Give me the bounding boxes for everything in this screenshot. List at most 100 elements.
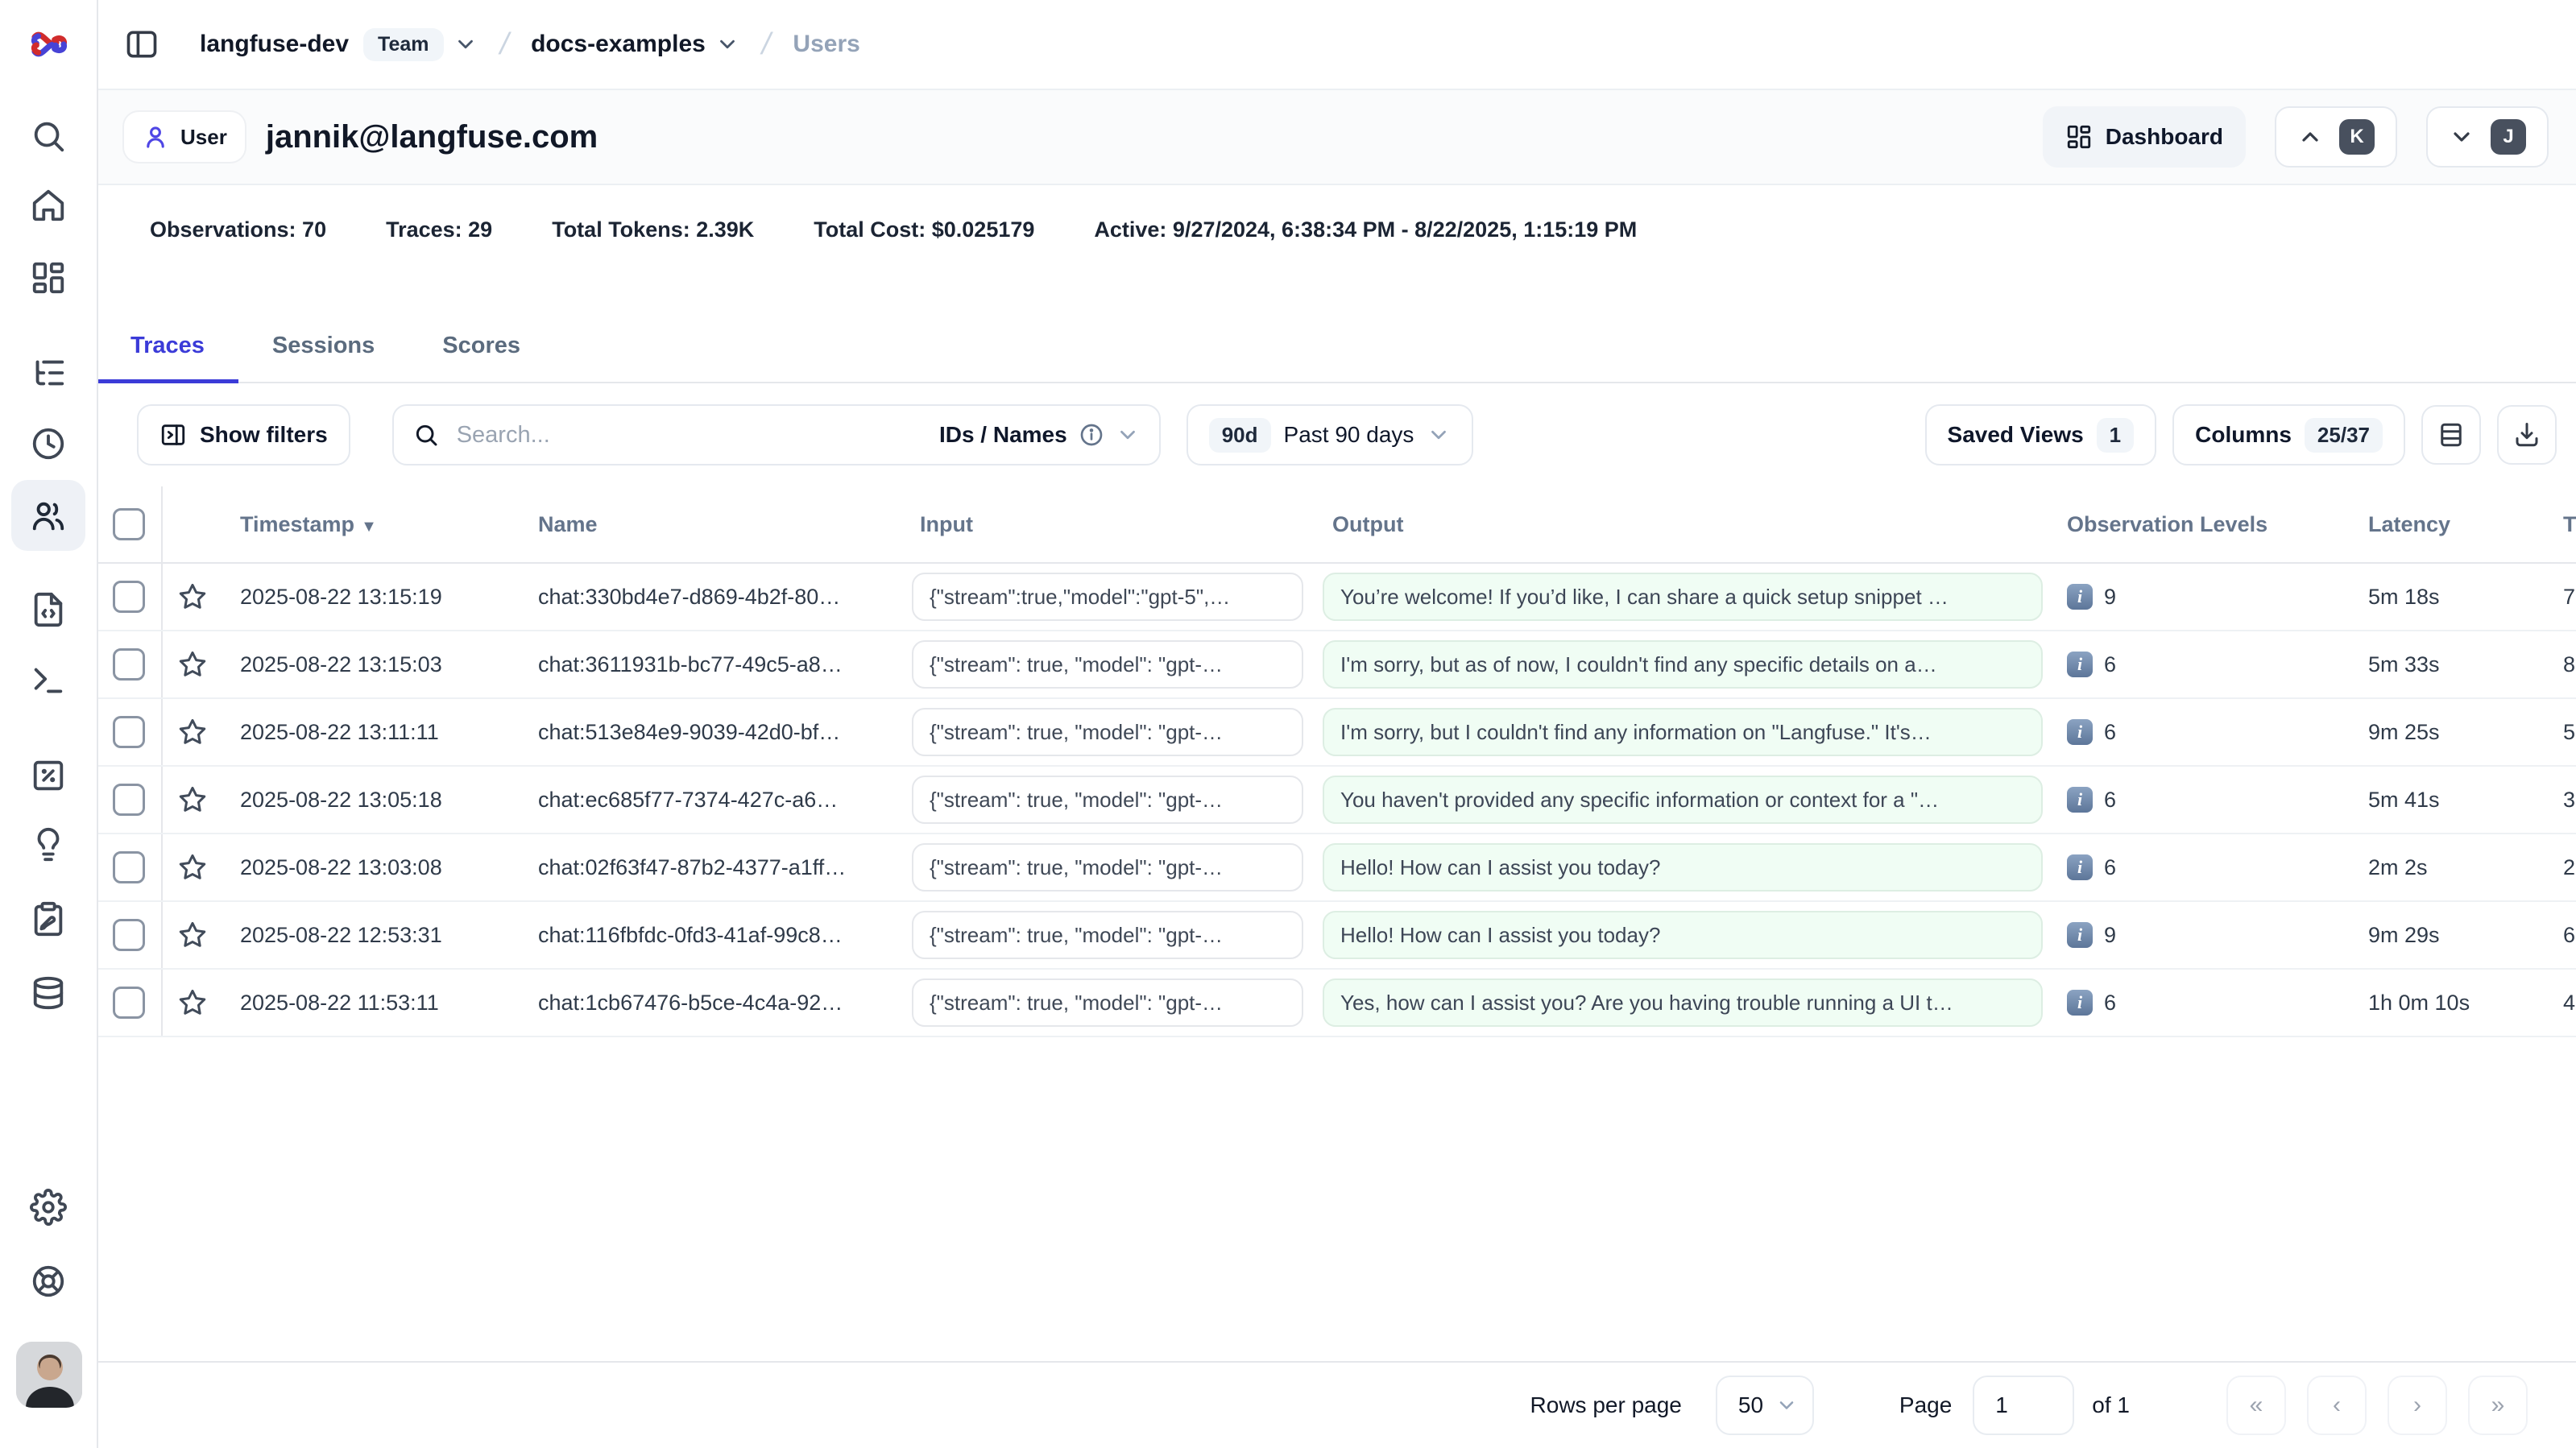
table-row[interactable]: 2025-08-22 12:53:31 chat:116fbfdc-0fd3-4… [97,902,2576,970]
last-page-button[interactable]: » [2468,1376,2528,1435]
row-checkbox[interactable] [113,784,145,816]
table-row[interactable]: 2025-08-22 11:53:11 chat:1cb67476-b5ce-4… [97,970,2576,1037]
sidebar-support-icon[interactable] [30,1263,67,1300]
cell-output[interactable]: Hello! How can I assist you today? [1313,843,2052,892]
sidebar-datasets-icon[interactable] [30,974,67,1012]
col-header-input[interactable]: Input [902,512,1313,537]
next-page-button[interactable]: › [2388,1376,2447,1435]
sidebar-search-icon[interactable] [30,118,67,155]
cell-input[interactable]: {"stream": true, "model": "gpt-… [902,776,1313,824]
tab-sessions[interactable]: Sessions [238,333,408,382]
sidebar-playground-icon[interactable] [30,662,67,699]
sidebar-insights-icon[interactable] [30,826,67,863]
breadcrumb-org[interactable]: langfuse-dev [200,31,349,58]
search-input[interactable] [453,420,939,450]
cell-name[interactable]: chat:ec685f77-7374-427c-a6… [514,788,902,813]
row-checkbox[interactable] [113,581,145,613]
rows-per-page-select[interactable]: 50 [1716,1376,1814,1435]
cell-name[interactable]: chat:1cb67476-b5ce-4c4a-92… [514,991,902,1016]
export-button[interactable] [2497,405,2557,465]
select-all-checkbox[interactable] [113,508,145,540]
col-header-name[interactable]: Name [514,512,902,537]
sidebar-users-icon[interactable] [30,498,67,535]
cell-timestamp[interactable]: 2025-08-22 12:53:31 [222,923,514,948]
bookmark-star-icon[interactable] [163,920,222,950]
col-header-tokens-clipped[interactable]: T [2553,512,2576,537]
search-scope-selector[interactable]: IDs / Names [939,422,1140,448]
breadcrumb-project[interactable]: docs-examples [531,31,706,58]
next-user-button[interactable]: J [2426,106,2549,168]
bookmark-star-icon[interactable] [163,581,222,612]
sidebar-evaluation-icon[interactable] [30,757,67,794]
table-row[interactable]: 2025-08-22 13:15:03 chat:3611931b-bc77-4… [97,631,2576,699]
show-filters-button[interactable]: Show filters [137,404,350,465]
cell-input[interactable]: {"stream":true,"model":"gpt-5",… [902,573,1313,621]
cell-input[interactable]: {"stream": true, "model": "gpt-… [902,911,1313,959]
first-page-button[interactable]: « [2226,1376,2286,1435]
cell-timestamp[interactable]: 2025-08-22 11:53:11 [222,991,514,1016]
cell-name[interactable]: chat:3611931b-bc77-49c5-a8… [514,652,902,677]
cell-name[interactable]: chat:513e84e9-9039-42d0-bf… [514,720,902,745]
col-header-observation-levels[interactable]: Observation Levels [2052,512,2357,537]
cell-timestamp[interactable]: 2025-08-22 13:05:18 [222,788,514,813]
cell-output[interactable]: You’re welcome! If you’d like, I can sha… [1313,573,2052,621]
cell-output[interactable]: You haven't provided any specific inform… [1313,776,2052,824]
bookmark-star-icon[interactable] [163,852,222,883]
saved-views-button[interactable]: Saved Views 1 [1925,404,2157,465]
cell-timestamp[interactable]: 2025-08-22 13:03:08 [222,855,514,880]
cell-input[interactable]: {"stream": true, "model": "gpt-… [902,843,1313,892]
tab-traces[interactable]: Traces [97,333,238,382]
langfuse-logo-icon[interactable] [27,23,71,66]
col-header-latency[interactable]: Latency [2357,512,2553,537]
col-header-timestamp[interactable]: Timestamp▼ [222,512,514,537]
cell-timestamp[interactable]: 2025-08-22 13:11:11 [222,720,514,745]
cell-timestamp[interactable]: 2025-08-22 13:15:03 [222,652,514,677]
sidebar-dashboards-icon[interactable] [30,259,67,296]
cell-output[interactable]: Hello! How can I assist you today? [1313,911,2052,959]
row-checkbox[interactable] [113,919,145,951]
cell-name[interactable]: chat:02f63f47-87b2-4377-a1ff… [514,855,902,880]
cell-name[interactable]: chat:330bd4e7-d869-4b2f-80… [514,585,902,610]
tab-scores[interactable]: Scores [408,333,554,382]
saved-views-label: Saved Views [1948,422,2084,448]
bookmark-star-icon[interactable] [163,784,222,815]
bookmark-star-icon[interactable] [163,987,222,1018]
sidebar-annotation-icon[interactable] [30,900,67,937]
sidebar-tracing-icon[interactable] [30,354,67,391]
saved-views-count-badge: 1 [2097,418,2134,453]
previous-user-button[interactable]: K [2275,106,2397,168]
sidebar-settings-icon[interactable] [30,1189,67,1226]
cell-output[interactable]: I'm sorry, but as of now, I couldn't fin… [1313,640,2052,689]
cell-output[interactable]: Yes, how can I assist you? Are you havin… [1313,978,2052,1027]
sidebar-prompts-icon[interactable] [30,591,67,628]
table-row[interactable]: 2025-08-22 13:05:18 chat:ec685f77-7374-4… [97,767,2576,834]
dashboard-button[interactable]: Dashboard [2043,106,2246,168]
bookmark-star-icon[interactable] [163,649,222,680]
cell-output[interactable]: I'm sorry, but I couldn't find any infor… [1313,708,2052,756]
project-switcher-chevron-icon[interactable] [715,32,739,56]
bookmark-star-icon[interactable] [163,717,222,747]
cell-input[interactable]: {"stream": true, "model": "gpt-… [902,708,1313,756]
table-row[interactable]: 2025-08-22 13:11:11 chat:513e84e9-9039-4… [97,699,2576,767]
user-avatar[interactable] [16,1342,82,1408]
table-row[interactable]: 2025-08-22 13:15:19 chat:330bd4e7-d869-4… [97,564,2576,631]
row-height-button[interactable] [2421,405,2481,465]
row-checkbox[interactable] [113,851,145,883]
row-checkbox[interactable] [113,716,145,748]
previous-page-button[interactable]: ‹ [2307,1376,2367,1435]
sidebar-toggle-icon[interactable] [124,27,159,62]
row-checkbox[interactable] [113,987,145,1019]
cell-timestamp[interactable]: 2025-08-22 13:15:19 [222,585,514,610]
table-row[interactable]: 2025-08-22 13:03:08 chat:02f63f47-87b2-4… [97,834,2576,902]
org-switcher-chevron-icon[interactable] [453,32,478,56]
sidebar-home-icon[interactable] [30,187,67,224]
row-checkbox[interactable] [113,648,145,681]
columns-button[interactable]: Columns 25/37 [2172,404,2405,465]
page-number-input[interactable] [1973,1376,2074,1435]
sidebar-sessions-icon[interactable] [30,425,67,462]
col-header-output[interactable]: Output [1313,512,2052,537]
date-range-button[interactable]: 90d Past 90 days [1187,404,1474,465]
cell-name[interactable]: chat:116fbfdc-0fd3-41af-99c8… [514,923,902,948]
cell-input[interactable]: {"stream": true, "model": "gpt-… [902,640,1313,689]
cell-input[interactable]: {"stream": true, "model": "gpt-… [902,978,1313,1027]
